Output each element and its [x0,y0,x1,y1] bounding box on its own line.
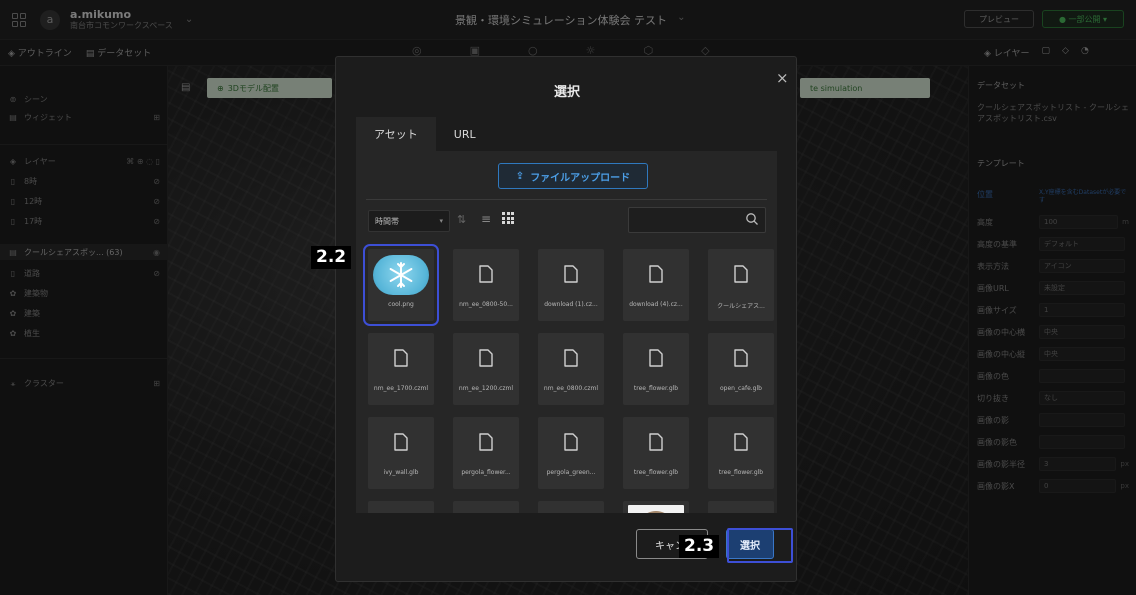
modal-title: 選択 [553,85,580,100]
file-tile[interactable]: nm_ee_0800.czml [538,333,604,405]
file-icon [563,265,579,283]
file-name: download (1).cz... [544,301,598,308]
file-tile[interactable]: ivy_wall.glb [368,417,434,489]
divider [366,199,767,200]
file-upload-button[interactable]: ⇪ ファイルアップロード [498,163,648,189]
file-tile[interactable]: クールシェアス... [708,249,774,321]
select-button[interactable]: 選択 [726,529,774,559]
file-tile[interactable]: cool.png [363,244,439,326]
step-badge-2-2: 2.2 [311,246,352,269]
file-upload-label: ファイルアップロード [530,172,631,184]
file-name: tree_flower.glb [633,469,679,476]
file-tile[interactable]: pergola_green... [538,417,604,489]
file-icon [648,265,664,283]
file-icon [733,349,749,367]
file-name: クールシェアス... [717,303,765,310]
file-name: nm_ee_1700.czml [373,385,429,392]
step-badge-2-3: 2.3 [679,535,720,558]
file-tile[interactable]: pergola_flower... [453,417,519,489]
file-icon [478,349,494,367]
search-field[interactable] [628,207,766,233]
file-tile[interactable]: nm_ee_1700.czml [368,333,434,405]
time-filter-select[interactable]: 時間帯 ▾ [368,210,450,232]
file-tile[interactable] [708,501,774,513]
file-tile[interactable]: tree_flower.glb [623,417,689,489]
file-icon [648,349,664,367]
file-icon [563,433,579,451]
file-name: nm_ee_0800-50... [459,301,513,308]
file-name: tree_flower.glb [633,385,679,392]
image-file-icon [733,265,749,283]
file-icon [478,433,494,451]
file-name: open_cafe.glb [720,385,762,392]
asset-select-modal: 選択 × アセット URL ⇪ ファイルアップロード 時間帯 ▾ ⇅ ≡ coo… [335,56,797,582]
umbrella-thumbnail-icon [628,505,684,513]
file-tile[interactable]: tree_flower.glb [708,417,774,489]
file-name: pergola_green... [546,469,596,476]
close-icon[interactable]: × [776,69,789,87]
file-name: ivy_wall.glb [383,469,419,476]
file-tile[interactable]: nm_ee_0800-50... [453,249,519,321]
file-tile[interactable]: nm_ee_1200.czml [453,333,519,405]
file-icon [393,349,409,367]
file-tile[interactable]: open_cafe.glb [708,333,774,405]
file-tile[interactable]: download (1).cz... [538,249,604,321]
file-tile[interactable]: tree_flower.glb [623,333,689,405]
chevron-down-icon: ▾ [439,217,443,225]
file-tile[interactable] [453,501,519,513]
file-icon [648,433,664,451]
file-icon [393,433,409,451]
tab-asset[interactable]: アセット [356,117,436,151]
sort-icon[interactable]: ⇅ [457,213,466,226]
file-tile[interactable] [623,501,689,513]
file-name: download (4).cz... [629,301,683,308]
asset-panel: ⇪ ファイルアップロード 時間帯 ▾ ⇅ ≡ cool.png nm_ee_080… [356,151,777,513]
file-name: tree_flower.glb [718,469,764,476]
file-icon [478,265,494,283]
file-tile[interactable]: download (4).cz... [623,249,689,321]
search-icon[interactable] [745,212,759,226]
file-name: nm_ee_0800.czml [543,385,599,392]
file-name: nm_ee_1200.czml [458,385,514,392]
file-tile[interactable] [538,501,604,513]
snowflake-thumbnail-icon [373,255,429,295]
time-filter-value: 時間帯 [375,216,399,226]
file-icon [563,349,579,367]
file-name: pergola_flower... [461,469,511,476]
grid-view-icon[interactable] [502,212,514,224]
tab-url[interactable]: URL [436,117,494,151]
upload-icon: ⇪ [515,170,525,182]
modal-tabs: アセット URL [356,117,494,151]
search-input[interactable] [629,208,739,232]
list-view-icon[interactable]: ≡ [481,212,491,226]
file-name: cool.png [388,301,414,308]
app-root: a a.mikumo 南台市コモンワークスペース ⌄ 景観・環境シミュレーション… [0,0,1136,595]
file-tile[interactable] [368,501,434,513]
file-icon [733,433,749,451]
